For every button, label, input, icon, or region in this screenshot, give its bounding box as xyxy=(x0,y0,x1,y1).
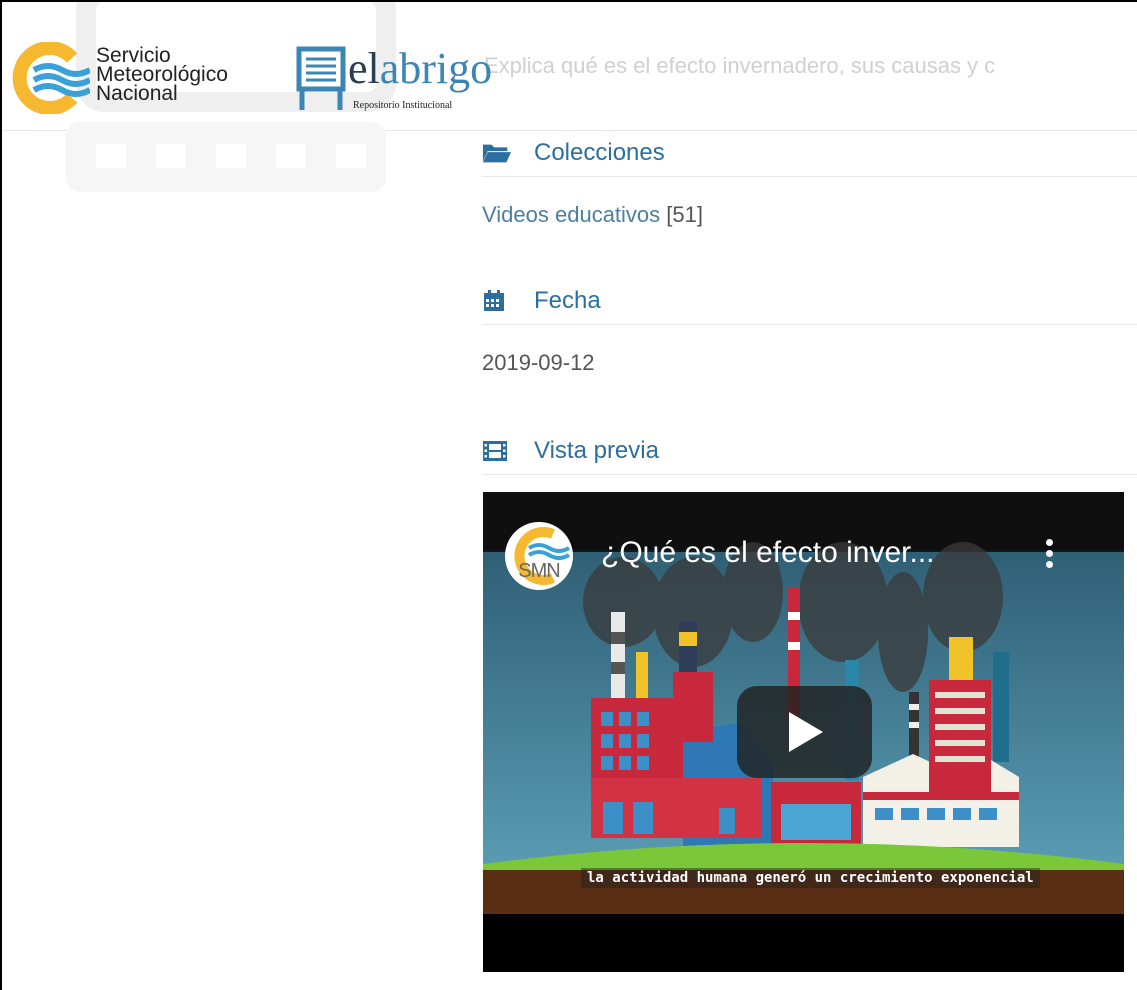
smn-wordmark[interactable]: Servicio Meteorológico Nacional xyxy=(96,45,228,105)
collections-heading: Colecciones xyxy=(482,130,1137,177)
collections-title: Colecciones xyxy=(534,139,665,166)
wordmark-el: el xyxy=(348,44,380,93)
site-header: Servicio Meteorológico Nacional elabrigo… xyxy=(2,2,1137,192)
search-input[interactable] xyxy=(478,46,1137,86)
more-vert-icon[interactable] xyxy=(1039,536,1059,576)
preview-heading: Vista previa xyxy=(482,428,1137,475)
play-button[interactable] xyxy=(737,686,872,778)
film-icon xyxy=(482,440,512,462)
wordmark-abrigo: abrigo xyxy=(379,44,493,93)
collection-count: [51] xyxy=(666,202,703,227)
folder-open-icon xyxy=(482,142,512,164)
preview-title: Vista previa xyxy=(534,437,659,464)
collection-link-videos[interactable]: Videos educativos xyxy=(482,202,660,227)
elabrigo-shelter-icon[interactable] xyxy=(296,46,346,112)
channel-avatar[interactable]: SMN xyxy=(505,522,573,590)
channel-logo-text: SMN xyxy=(518,560,560,582)
play-icon xyxy=(788,712,823,752)
smn-logo-icon[interactable] xyxy=(10,42,90,114)
video-player[interactable]: SMN ¿Qué es el efecto inver... la activi… xyxy=(483,492,1124,972)
video-title[interactable]: ¿Qué es el efecto inver... xyxy=(601,536,935,570)
repo-subtitle: Repositorio Institucional xyxy=(353,100,453,111)
window-frame-left xyxy=(0,0,2,990)
collections-value: Videos educativos [51] xyxy=(482,202,703,228)
video-caption: la actividad humana generó un crecimient… xyxy=(581,868,1040,888)
date-title: Fecha xyxy=(534,287,601,314)
calendar-icon xyxy=(482,290,512,312)
date-value: 2019-09-12 xyxy=(482,350,595,375)
elabrigo-wordmark[interactable]: elabrigo xyxy=(348,46,492,92)
smn-line-3: Nacional xyxy=(96,82,178,105)
date-heading: Fecha xyxy=(482,278,1137,325)
